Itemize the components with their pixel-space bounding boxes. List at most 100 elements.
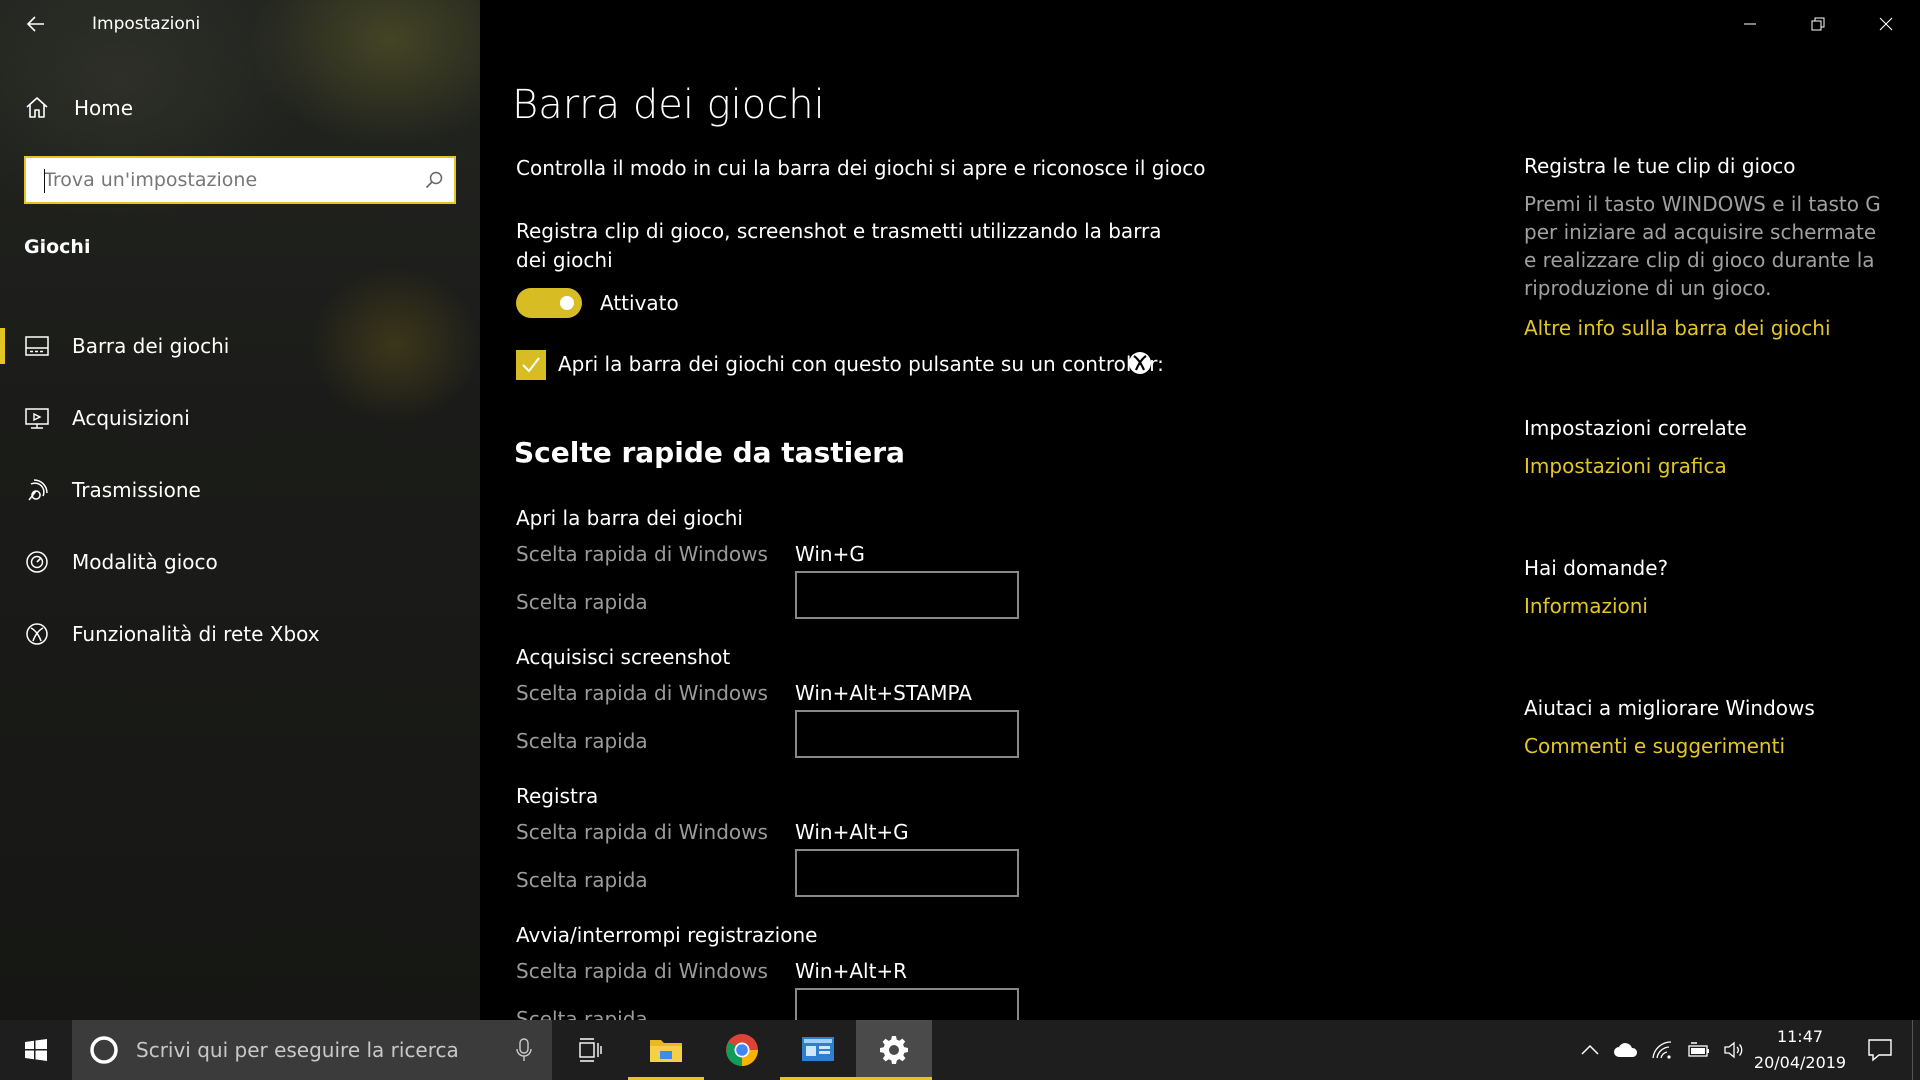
sidebar-item-xbox-networking[interactable]: Funzionalità di rete Xbox <box>0 598 480 670</box>
taskbar-control-panel[interactable] <box>780 1020 856 1080</box>
taskbar-clock[interactable]: 11:47 20/04/2019 <box>1752 1024 1848 1076</box>
shortcut-name: Apri la barra dei giochi <box>516 506 743 530</box>
sidebar-nav: Barra dei giochi Acquisizioni Trasmissio… <box>0 310 480 670</box>
game-bar-info-link[interactable]: Altre info sulla barra dei giochi <box>1524 316 1894 340</box>
chevron-up-icon <box>1581 1044 1599 1055</box>
main-content: Barra dei giochi Controlla il modo in cu… <box>480 0 1480 1020</box>
sidebar-item-broadcast[interactable]: Trasmissione <box>0 454 480 526</box>
task-view-button[interactable] <box>552 1020 628 1080</box>
sidebar-item-captures[interactable]: Acquisizioni <box>0 382 480 454</box>
home-label: Home <box>74 96 134 120</box>
shortcuts-heading: Scelte rapide da tastiera <box>514 436 905 469</box>
window-controls <box>1716 0 1920 48</box>
custom-shortcut-label: Scelta rapida <box>516 590 648 614</box>
network-tray[interactable] <box>1644 1020 1680 1080</box>
back-arrow-icon <box>26 16 44 32</box>
show-hidden-icons-button[interactable] <box>1572 1020 1608 1080</box>
chrome-icon <box>726 1034 758 1066</box>
taskbar-file-explorer[interactable] <box>628 1020 704 1080</box>
windows-shortcut-label: Scelta rapida di Windows <box>516 959 768 983</box>
toggle-knob <box>560 296 574 310</box>
controller-checkbox-label: Apri la barra dei giochi con questo puls… <box>558 352 1164 376</box>
sidebar-item-label: Acquisizioni <box>72 406 190 430</box>
captures-icon <box>24 405 50 431</box>
battery-tray[interactable] <box>1680 1020 1716 1080</box>
text-caret <box>44 169 45 193</box>
questions-title: Hai domande? <box>1524 556 1669 580</box>
control-panel-icon <box>802 1037 834 1061</box>
sidebar-item-game-mode[interactable]: Modalità gioco <box>0 526 480 598</box>
graphics-settings-link[interactable]: Impostazioni grafica <box>1524 454 1894 478</box>
settings-search-box[interactable] <box>24 156 456 204</box>
close-button[interactable] <box>1852 0 1920 48</box>
sidebar-item-label: Modalità gioco <box>72 550 218 574</box>
sidebar-item-label: Barra dei giochi <box>72 334 230 358</box>
back-button[interactable] <box>0 0 72 48</box>
minimize-button[interactable] <box>1716 0 1784 48</box>
taskbar-settings[interactable] <box>856 1020 932 1080</box>
broadcast-icon <box>24 477 50 503</box>
cloud-icon <box>1614 1043 1638 1057</box>
system-tray: 11:47 20/04/2019 <box>1572 1020 1920 1080</box>
search-icon[interactable] <box>414 158 454 202</box>
windows-shortcut-label: Scelta rapida di Windows <box>516 681 768 705</box>
windows-shortcut-value: Win+Alt+R <box>795 959 908 983</box>
game-mode-icon <box>24 549 50 575</box>
sidebar-item-game-bar[interactable]: Barra dei giochi <box>0 310 480 382</box>
taskbar-chrome[interactable] <box>704 1020 780 1080</box>
clock-time: 11:47 <box>1776 1027 1824 1046</box>
sidebar-item-label: Funzionalità di rete Xbox <box>72 622 320 646</box>
microphone-icon[interactable] <box>496 1038 552 1062</box>
action-center-button[interactable] <box>1848 1020 1912 1080</box>
settings-search-input[interactable] <box>26 158 414 202</box>
custom-shortcut-input[interactable] <box>795 849 1019 897</box>
taskbar-search-box[interactable]: Scrivi qui per eseguire la ricerca <box>72 1020 552 1080</box>
cortana-icon[interactable] <box>72 1034 136 1066</box>
wifi-icon <box>1652 1041 1672 1059</box>
sidebar-item-home[interactable]: Home <box>0 86 480 130</box>
battery-icon <box>1688 1042 1709 1057</box>
checkmark-icon <box>522 357 540 373</box>
title-bar: Impostazioni <box>0 0 480 48</box>
page-title: Barra dei giochi <box>512 82 825 128</box>
speaker-icon <box>1724 1041 1743 1059</box>
restore-button[interactable] <box>1784 0 1852 48</box>
clips-info-block: Registra le tue clip di gioco Premi il t… <box>1524 154 1894 340</box>
feedback-link[interactable]: Commenti e suggerimenti <box>1524 734 1894 758</box>
restore-icon <box>1811 17 1825 31</box>
shortcut-name: Registra <box>516 784 599 808</box>
windows-shortcut-label: Scelta rapida di Windows <box>516 820 768 844</box>
sidebar-item-label: Trasmissione <box>72 478 201 502</box>
windows-shortcut-value: Win+Alt+STAMPA <box>795 681 972 705</box>
onedrive-tray[interactable] <box>1608 1020 1644 1080</box>
windows-shortcut-value: Win+Alt+G <box>795 820 909 844</box>
custom-shortcut-input[interactable] <box>795 988 1019 1020</box>
windows-shortcut-value: Win+G <box>795 542 865 566</box>
taskbar-search-placeholder: Scrivi qui per eseguire la ricerca <box>136 1038 459 1062</box>
custom-shortcut-label: Scelta rapida <box>516 729 648 753</box>
shortcut-name: Avvia/interrompi registrazione <box>516 923 818 947</box>
custom-shortcut-input[interactable] <box>795 571 1019 619</box>
help-link[interactable]: Informazioni <box>1524 594 1894 618</box>
folder-icon <box>650 1040 682 1062</box>
controller-checkbox[interactable] <box>516 350 546 380</box>
start-button[interactable] <box>0 1020 72 1080</box>
minimize-icon <box>1744 23 1756 25</box>
game-bar-icon <box>24 333 50 359</box>
xbox-button-icon <box>1129 352 1151 374</box>
feedback-title: Aiutaci a migliorare Windows <box>1524 696 1815 720</box>
record-option-label: Registra clip di gioco, screenshot e tra… <box>516 219 1162 272</box>
custom-shortcut-input[interactable] <box>795 710 1019 758</box>
show-desktop-button[interactable] <box>1912 1020 1920 1080</box>
clips-info-title: Registra le tue clip di gioco <box>1524 154 1796 178</box>
custom-shortcut-label: Scelta rapida <box>516 868 648 892</box>
volume-tray[interactable] <box>1716 1020 1752 1080</box>
task-view-icon <box>579 1038 602 1062</box>
game-bar-toggle[interactable] <box>516 288 582 318</box>
shortcut-name: Acquisisci screenshot <box>516 645 731 669</box>
gear-icon <box>880 1036 908 1064</box>
xbox-icon <box>24 621 50 647</box>
related-settings-block: Impostazioni correlate Impostazioni graf… <box>1524 416 1894 478</box>
windows-shortcut-label: Scelta rapida di Windows <box>516 542 768 566</box>
clips-info-text: Premi il tasto WINDOWS e il tasto G per … <box>1524 192 1881 300</box>
